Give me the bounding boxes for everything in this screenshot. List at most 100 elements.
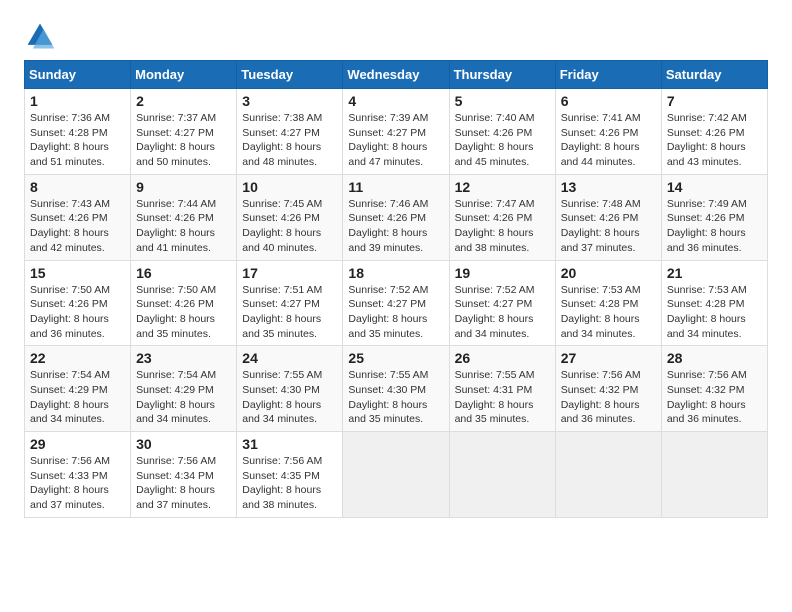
calendar-cell: 22 Sunrise: 7:54 AM Sunset: 4:29 PM Dayli… [25, 346, 131, 432]
day-info: Sunrise: 7:53 AM Sunset: 4:28 PM Dayligh… [561, 283, 656, 342]
calendar-cell [449, 432, 555, 518]
day-info: Sunrise: 7:56 AM Sunset: 4:34 PM Dayligh… [136, 454, 231, 513]
day-info: Sunrise: 7:54 AM Sunset: 4:29 PM Dayligh… [30, 368, 125, 427]
day-number: 7 [667, 93, 762, 109]
day-info: Sunrise: 7:55 AM Sunset: 4:31 PM Dayligh… [455, 368, 550, 427]
day-info: Sunrise: 7:45 AM Sunset: 4:26 PM Dayligh… [242, 197, 337, 256]
calendar-cell: 5Sunrise: 7:40 AM Sunset: 4:26 PM Daylig… [449, 89, 555, 175]
day-info: Sunrise: 7:42 AM Sunset: 4:26 PM Dayligh… [667, 111, 762, 170]
day-info: Sunrise: 7:56 AM Sunset: 4:32 PM Dayligh… [561, 368, 656, 427]
calendar-cell: 24 Sunrise: 7:55 AM Sunset: 4:30 PM Dayli… [237, 346, 343, 432]
day-info: Sunrise: 7:49 AM Sunset: 4:26 PM Dayligh… [667, 197, 762, 256]
calendar-cell: 7 Sunrise: 7:42 AM Sunset: 4:26 PM Daylig… [661, 89, 767, 175]
day-number: 13 [561, 179, 656, 195]
day-info: Sunrise: 7:55 AM Sunset: 4:30 PM Dayligh… [242, 368, 337, 427]
weekday-saturday: Saturday [661, 61, 767, 89]
week-row-4: 22 Sunrise: 7:54 AM Sunset: 4:29 PM Dayli… [25, 346, 768, 432]
day-info: Sunrise: 7:38 AM Sunset: 4:27 PM Dayligh… [242, 111, 337, 170]
logo [24, 20, 60, 52]
day-number: 25 [348, 350, 443, 366]
day-number: 29 [30, 436, 125, 452]
day-info: Sunrise: 7:56 AM Sunset: 4:32 PM Dayligh… [667, 368, 762, 427]
calendar-cell [343, 432, 449, 518]
calendar-cell: 15 Sunrise: 7:50 AM Sunset: 4:26 PM Dayli… [25, 260, 131, 346]
day-number: 24 [242, 350, 337, 366]
calendar-cell: 11Sunrise: 7:46 AM Sunset: 4:26 PM Dayli… [343, 174, 449, 260]
day-info: Sunrise: 7:52 AM Sunset: 4:27 PM Dayligh… [348, 283, 443, 342]
day-number: 26 [455, 350, 550, 366]
day-number: 17 [242, 265, 337, 281]
calendar-cell: 19Sunrise: 7:52 AM Sunset: 4:27 PM Dayli… [449, 260, 555, 346]
calendar-cell: 26 Sunrise: 7:55 AM Sunset: 4:31 PM Dayli… [449, 346, 555, 432]
day-number: 19 [455, 265, 550, 281]
day-info: Sunrise: 7:53 AM Sunset: 4:28 PM Dayligh… [667, 283, 762, 342]
weekday-friday: Friday [555, 61, 661, 89]
weekday-sunday: Sunday [25, 61, 131, 89]
calendar-cell: 21 Sunrise: 7:53 AM Sunset: 4:28 PM Dayli… [661, 260, 767, 346]
calendar-table: SundayMondayTuesdayWednesdayThursdayFrid… [24, 60, 768, 518]
day-number: 8 [30, 179, 125, 195]
day-info: Sunrise: 7:51 AM Sunset: 4:27 PM Dayligh… [242, 283, 337, 342]
calendar-cell: 20 Sunrise: 7:53 AM Sunset: 4:28 PM Dayli… [555, 260, 661, 346]
day-number: 20 [561, 265, 656, 281]
calendar-cell: 18 Sunrise: 7:52 AM Sunset: 4:27 PM Dayli… [343, 260, 449, 346]
calendar-cell: 13 Sunrise: 7:48 AM Sunset: 4:26 PM Dayli… [555, 174, 661, 260]
day-info: Sunrise: 7:37 AM Sunset: 4:27 PM Dayligh… [136, 111, 231, 170]
calendar-cell: 6Sunrise: 7:41 AM Sunset: 4:26 PM Daylig… [555, 89, 661, 175]
day-info: Sunrise: 7:50 AM Sunset: 4:26 PM Dayligh… [30, 283, 125, 342]
day-info: Sunrise: 7:48 AM Sunset: 4:26 PM Dayligh… [561, 197, 656, 256]
day-number: 12 [455, 179, 550, 195]
weekday-header-row: SundayMondayTuesdayWednesdayThursdayFrid… [25, 61, 768, 89]
day-number: 14 [667, 179, 762, 195]
calendar-cell: 1 Sunrise: 7:36 AM Sunset: 4:28 PM Daylig… [25, 89, 131, 175]
calendar-cell: 4 Sunrise: 7:39 AM Sunset: 4:27 PM Daylig… [343, 89, 449, 175]
calendar-body: 1 Sunrise: 7:36 AM Sunset: 4:28 PM Daylig… [25, 89, 768, 518]
day-info: Sunrise: 7:39 AM Sunset: 4:27 PM Dayligh… [348, 111, 443, 170]
calendar-cell: 8Sunrise: 7:43 AM Sunset: 4:26 PM Daylig… [25, 174, 131, 260]
day-info: Sunrise: 7:47 AM Sunset: 4:26 PM Dayligh… [455, 197, 550, 256]
weekday-tuesday: Tuesday [237, 61, 343, 89]
week-row-2: 8Sunrise: 7:43 AM Sunset: 4:26 PM Daylig… [25, 174, 768, 260]
calendar-cell: 31 Sunrise: 7:56 AM Sunset: 4:35 PM Dayli… [237, 432, 343, 518]
calendar-cell: 30 Sunrise: 7:56 AM Sunset: 4:34 PM Dayli… [131, 432, 237, 518]
day-info: Sunrise: 7:41 AM Sunset: 4:26 PM Dayligh… [561, 111, 656, 170]
calendar-cell: 16 Sunrise: 7:50 AM Sunset: 4:26 PM Dayli… [131, 260, 237, 346]
day-info: Sunrise: 7:40 AM Sunset: 4:26 PM Dayligh… [455, 111, 550, 170]
day-number: 18 [348, 265, 443, 281]
day-info: Sunrise: 7:44 AM Sunset: 4:26 PM Dayligh… [136, 197, 231, 256]
weekday-monday: Monday [131, 61, 237, 89]
calendar-cell: 14 Sunrise: 7:49 AM Sunset: 4:26 PM Dayli… [661, 174, 767, 260]
day-info: Sunrise: 7:50 AM Sunset: 4:26 PM Dayligh… [136, 283, 231, 342]
day-number: 27 [561, 350, 656, 366]
day-number: 22 [30, 350, 125, 366]
day-number: 21 [667, 265, 762, 281]
day-number: 15 [30, 265, 125, 281]
weekday-wednesday: Wednesday [343, 61, 449, 89]
day-number: 31 [242, 436, 337, 452]
day-number: 4 [348, 93, 443, 109]
day-number: 30 [136, 436, 231, 452]
day-info: Sunrise: 7:36 AM Sunset: 4:28 PM Dayligh… [30, 111, 125, 170]
day-info: Sunrise: 7:56 AM Sunset: 4:33 PM Dayligh… [30, 454, 125, 513]
calendar-cell: 2Sunrise: 7:37 AM Sunset: 4:27 PM Daylig… [131, 89, 237, 175]
calendar-cell: 3Sunrise: 7:38 AM Sunset: 4:27 PM Daylig… [237, 89, 343, 175]
day-info: Sunrise: 7:54 AM Sunset: 4:29 PM Dayligh… [136, 368, 231, 427]
logo-icon [24, 20, 56, 52]
calendar-cell: 17 Sunrise: 7:51 AM Sunset: 4:27 PM Dayli… [237, 260, 343, 346]
day-number: 16 [136, 265, 231, 281]
weekday-thursday: Thursday [449, 61, 555, 89]
week-row-3: 15 Sunrise: 7:50 AM Sunset: 4:26 PM Dayli… [25, 260, 768, 346]
day-number: 23 [136, 350, 231, 366]
day-info: Sunrise: 7:56 AM Sunset: 4:35 PM Dayligh… [242, 454, 337, 513]
calendar-cell: 23 Sunrise: 7:54 AM Sunset: 4:29 PM Dayli… [131, 346, 237, 432]
day-number: 10 [242, 179, 337, 195]
day-number: 28 [667, 350, 762, 366]
day-number: 1 [30, 93, 125, 109]
day-number: 11 [348, 179, 443, 195]
week-row-1: 1 Sunrise: 7:36 AM Sunset: 4:28 PM Daylig… [25, 89, 768, 175]
day-number: 9 [136, 179, 231, 195]
calendar-cell: 29 Sunrise: 7:56 AM Sunset: 4:33 PM Dayli… [25, 432, 131, 518]
calendar-cell: 28 Sunrise: 7:56 AM Sunset: 4:32 PM Dayli… [661, 346, 767, 432]
calendar-cell [661, 432, 767, 518]
calendar-cell [555, 432, 661, 518]
